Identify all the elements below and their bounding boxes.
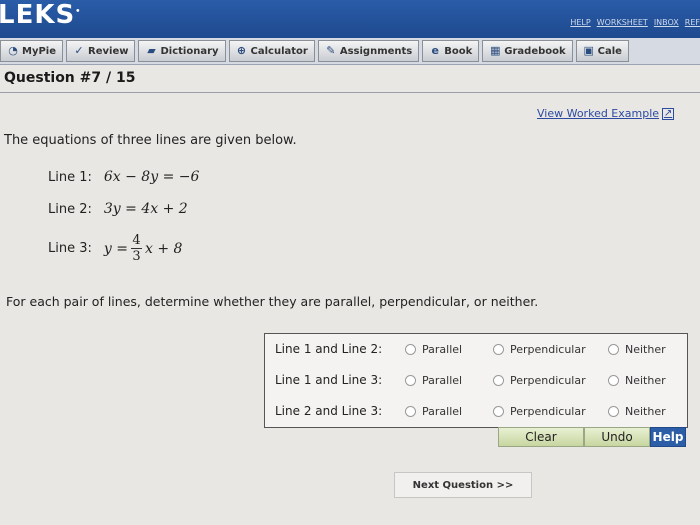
divider — [0, 92, 700, 93]
tab-gradebook[interactable]: ▦ Gradebook — [482, 40, 573, 62]
book-icon: ▰ — [147, 44, 156, 57]
tab-bar: ◔ MyPie ✓ Review ▰ Dictionary ⊕ Calculator ✎… — [0, 38, 700, 65]
external-link-icon: ↗ — [662, 107, 675, 120]
gradebook-icon: ▦ — [490, 44, 501, 57]
tab-book[interactable]: e Book — [422, 40, 480, 62]
answer-table: Line 1 and Line 2: Parallel Perpendicula… — [264, 333, 688, 428]
line-2: Line 2: 3y = 4x + 2 — [48, 201, 188, 217]
radio-button[interactable] — [405, 374, 416, 386]
tab-dictionary[interactable]: ▰ Dictionary — [138, 40, 226, 62]
option-perpendicular[interactable]: Perpendicular — [493, 343, 586, 356]
option-neither[interactable]: Neither — [608, 343, 666, 356]
option-parallel[interactable]: Parallel — [405, 405, 462, 418]
header-bar: LEKS• HELP WORKSHEET INBOX REF — [0, 0, 700, 38]
aleks-logo: LEKS• — [0, 0, 82, 30]
option-perpendicular[interactable]: Perpendicular — [493, 405, 586, 418]
line-3: Line 3: y = 4 3 x + 8 — [48, 233, 183, 264]
top-links: HELP WORKSHEET INBOX REF — [570, 18, 700, 27]
option-neither[interactable]: Neither — [608, 374, 666, 387]
option-parallel[interactable]: Parallel — [405, 374, 462, 387]
radio-button[interactable] — [493, 374, 504, 386]
option-perpendicular[interactable]: Perpendicular — [493, 374, 586, 387]
help-button[interactable]: Help — [650, 427, 686, 447]
answer-row: Line 1 and Line 2: Parallel Perpendicula… — [275, 342, 666, 356]
tab-calculator[interactable]: ⊕ Calculator — [228, 40, 315, 62]
option-parallel[interactable]: Parallel — [405, 343, 462, 356]
radio-button[interactable] — [608, 374, 619, 386]
radio-button[interactable] — [608, 405, 619, 417]
option-neither[interactable]: Neither — [608, 405, 666, 418]
clear-button[interactable]: Clear — [498, 427, 584, 447]
tab-review[interactable]: ✓ Review — [66, 40, 136, 62]
help-link[interactable]: HELP — [570, 18, 590, 27]
inbox-link[interactable]: INBOX — [654, 18, 679, 27]
calendar-icon: ▣ — [583, 44, 594, 57]
answer-button-bar: Clear Undo Help — [498, 427, 686, 447]
answer-row: Line 1 and Line 3: Parallel Perpendicula… — [275, 373, 666, 387]
intro-text: The equations of three lines are given b… — [4, 133, 297, 148]
ref-link[interactable]: REF — [685, 18, 700, 27]
tab-assignments[interactable]: ✎ Assignments — [317, 40, 420, 62]
worksheet-link[interactable]: WORKSHEET — [597, 18, 648, 27]
radio-button[interactable] — [493, 405, 504, 417]
check-icon: ✓ — [74, 44, 84, 57]
question-title: Question #7 / 15 — [4, 70, 136, 86]
tab-calendar[interactable]: ▣ Cale — [575, 40, 629, 62]
radio-button[interactable] — [608, 343, 619, 355]
radio-button[interactable] — [405, 343, 416, 355]
radio-button[interactable] — [405, 405, 416, 417]
assignment-icon: ✎ — [326, 44, 336, 57]
ebook-icon: e — [431, 44, 439, 57]
line-1: Line 1: 6x − 8y = −6 — [48, 169, 200, 185]
tab-mypie[interactable]: ◔ MyPie — [0, 40, 64, 62]
answer-row: Line 2 and Line 3: Parallel Perpendicula… — [275, 404, 666, 418]
next-question-button[interactable]: Next Question >> — [394, 472, 532, 498]
view-worked-example-link[interactable]: View Worked Example ↗ — [537, 107, 675, 120]
pie-icon: ◔ — [8, 44, 18, 57]
instruction-text: For each pair of lines, determine whethe… — [6, 294, 539, 309]
radio-button[interactable] — [493, 343, 504, 355]
undo-button[interactable]: Undo — [584, 427, 650, 447]
calculator-icon: ⊕ — [236, 44, 247, 57]
fraction: 4 3 — [130, 233, 142, 264]
